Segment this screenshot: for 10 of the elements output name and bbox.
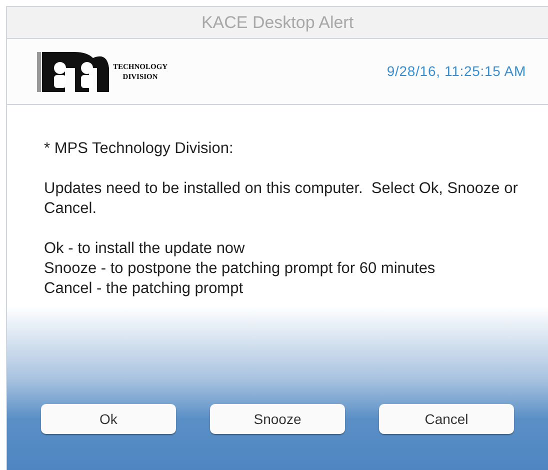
message-text: Ok - to install the update now <box>44 239 246 259</box>
dialog-button[interactable]: Cancel <box>379 404 514 434</box>
message-text: Snooze - to postpone the patching prompt for 60 minutes <box>44 259 436 279</box>
message-text: Updates need to be installed on this computer. Select Ok, Snooze or Cancel. <box>44 179 518 219</box>
message-text: Cancel - the patching prompt <box>44 279 244 299</box>
dialog-button[interactable]: Ok <box>41 404 176 434</box>
dialog-button[interactable]: Snooze <box>210 404 345 434</box>
timestamp: 9/28/16, 11:25:15 AM <box>386 62 526 81</box>
message-text: * MPS Technology Division: <box>44 139 234 159</box>
window-title: KACE Desktop Alert <box>201 12 354 34</box>
